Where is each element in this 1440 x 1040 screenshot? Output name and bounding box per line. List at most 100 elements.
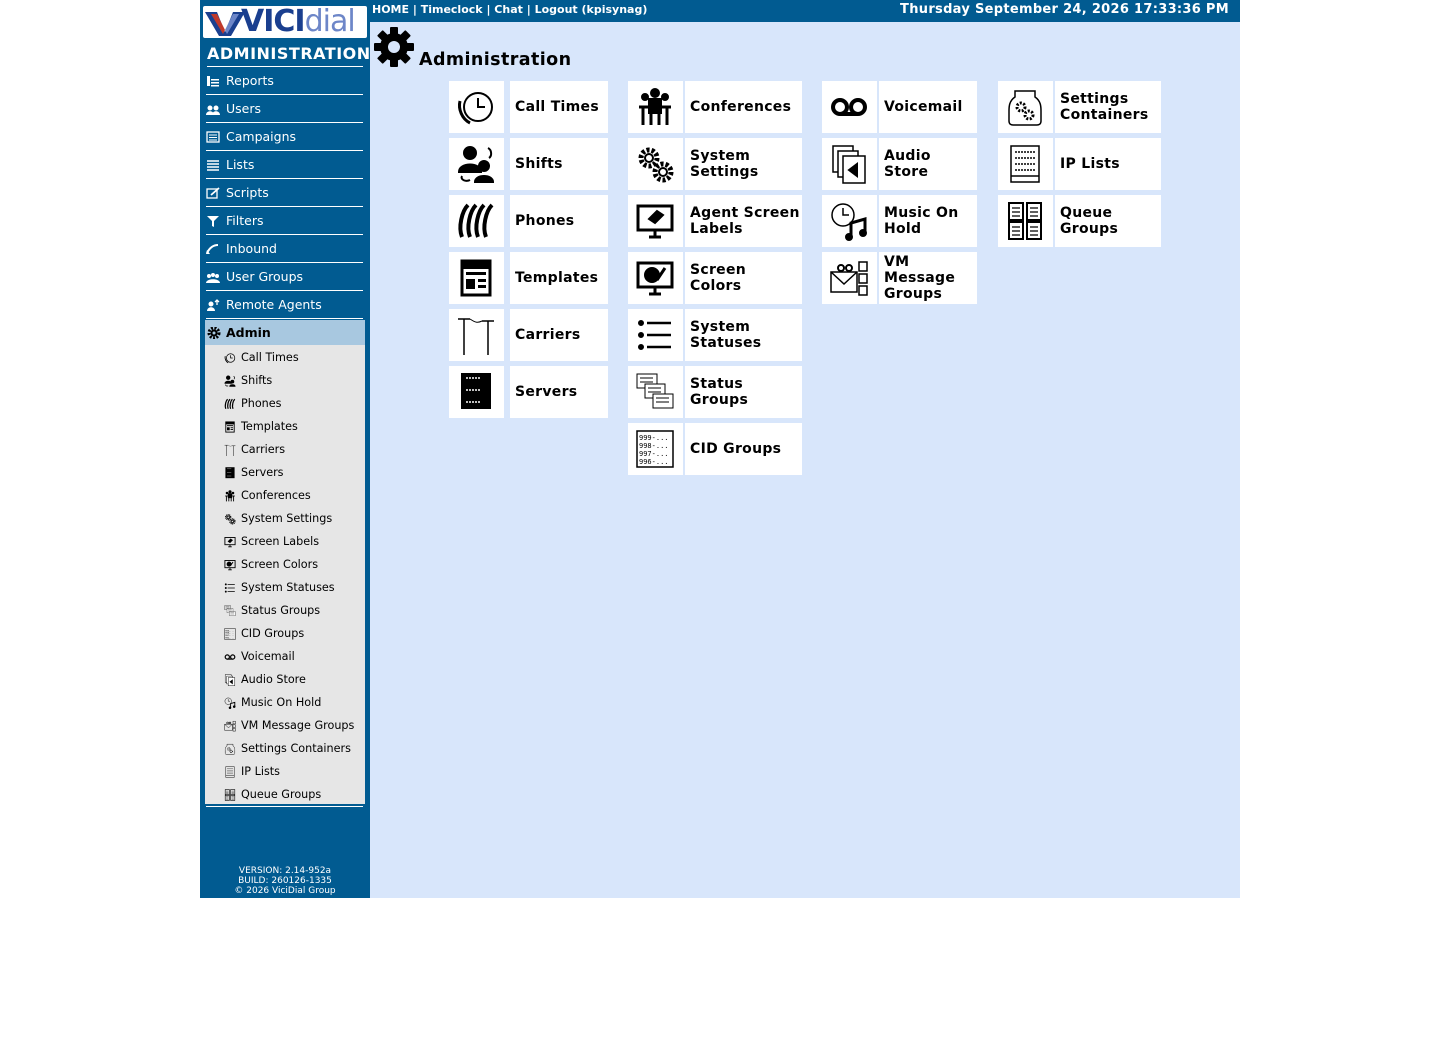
phones-icon — [224, 398, 236, 410]
submenu-item-audio-store[interactable]: Audio Store — [205, 668, 365, 691]
submenu-item-conferences[interactable]: Conferences — [205, 484, 365, 507]
tile-label: Templates — [515, 270, 599, 286]
sidebar-item-admin[interactable]: Admin — [205, 320, 365, 346]
tile-link-servers[interactable]: Servers — [510, 366, 608, 418]
tile-link-voicemail[interactable]: Voicemail — [879, 81, 977, 133]
sidebar-item-reports[interactable]: Reports — [206, 68, 363, 94]
tile-link-screen-colors[interactable]: Screen Colors — [685, 252, 802, 304]
status-groups-icon — [224, 605, 236, 616]
tile-label: Carriers — [515, 327, 581, 343]
tile-icon-call-times[interactable] — [449, 81, 504, 133]
sidebar-item-inbound[interactable]: Inbound — [206, 236, 363, 262]
music-hold-icon — [831, 203, 867, 241]
servers-icon — [461, 373, 491, 409]
list-icon — [638, 320, 671, 350]
tile-link-queue-groups[interactable]: Queue Groups — [1055, 195, 1161, 247]
tile-link-system-statuses[interactable]: System Statuses — [685, 309, 802, 361]
submenu-item-label: Templates — [241, 420, 298, 433]
tile-label: Voicemail — [884, 99, 963, 115]
submenu-item-carriers[interactable]: Carriers — [205, 438, 365, 461]
logout-link[interactable]: Logout (kpisynag) — [535, 3, 648, 16]
users-icon — [206, 105, 220, 115]
tile-link-phones[interactable]: Phones — [510, 195, 608, 247]
tile-icon-shifts[interactable] — [449, 138, 504, 190]
submenu-item-system-settings[interactable]: System Settings — [205, 507, 365, 530]
tile-link-vm-message-groups[interactable]: VM Message Groups — [879, 252, 977, 304]
tile-link-cid-groups[interactable]: CID Groups — [685, 423, 802, 475]
sidebar-item-filters[interactable]: Filters — [206, 208, 363, 234]
timeclock-link[interactable]: Timeclock — [421, 3, 483, 16]
tile-icon-queue-groups[interactable] — [998, 195, 1053, 247]
sidebar-item-remote-agents[interactable]: Remote Agents — [206, 292, 363, 318]
tile-icon-agent-screen-labels[interactable] — [628, 195, 683, 247]
tile-icon-system-settings[interactable] — [628, 138, 683, 190]
top-bar: HOME | Timeclock | Chat | Logout (kpisyn… — [370, 0, 1240, 22]
tile-link-settings-containers[interactable]: Settings Containers — [1055, 81, 1161, 133]
submenu-item-templates[interactable]: Templates — [205, 415, 365, 438]
submenu-item-label: Voicemail — [241, 650, 295, 663]
submenu-item-cid-groups[interactable]: 999-... 998-... 997-... 996-... CID Groups — [205, 622, 365, 645]
tile-icon-screen-colors[interactable] — [628, 252, 683, 304]
tile-link-call-times[interactable]: Call Times — [510, 81, 608, 133]
submenu-item-voicemail[interactable]: Voicemail — [205, 645, 365, 668]
tile-icon-status-groups[interactable] — [628, 366, 683, 418]
tile-label: System Statuses — [690, 319, 762, 351]
home-link[interactable]: HOME — [372, 3, 409, 16]
submenu-item-settings-containers[interactable]: Settings Containers — [205, 737, 365, 760]
submenu-item-label: Conferences — [241, 489, 311, 502]
divider — [206, 122, 363, 123]
tile-icon-ip-lists[interactable] — [998, 138, 1053, 190]
submenu-item-call-times[interactable]: Call Times — [205, 346, 365, 369]
tile-link-conferences[interactable]: Conferences — [685, 81, 802, 133]
tile-link-agent-screen-labels[interactable]: Agent Screen Labels — [685, 195, 802, 247]
tile-link-system-settings[interactable]: System Settings — [685, 138, 802, 190]
tile-icon-audio-store[interactable] — [822, 138, 877, 190]
submenu-item-ip-lists[interactable]: IP Lists — [205, 760, 365, 783]
submenu-item-music-on-hold[interactable]: Music On Hold — [205, 691, 365, 714]
vm-message-icon — [224, 720, 236, 732]
sidebar-item-label: Reports — [226, 73, 274, 88]
tile-icon-settings-containers[interactable] — [998, 81, 1053, 133]
submenu-item-phones[interactable]: Phones — [205, 392, 365, 415]
vicidial-logo[interactable]: VICIdial — [203, 6, 367, 38]
submenu-item-shifts[interactable]: Shifts — [205, 369, 365, 392]
tile-icon-servers[interactable] — [449, 366, 504, 418]
tile-link-carriers[interactable]: Carriers — [510, 309, 608, 361]
ip-lists-icon — [1010, 145, 1040, 183]
build-text: BUILD: 260126-1335 — [238, 876, 332, 886]
tile-icon-voicemail[interactable] — [822, 81, 877, 133]
sidebar-item-users[interactable]: Users — [206, 96, 363, 122]
submenu-item-vm-message-groups[interactable]: VM Message Groups — [205, 714, 365, 737]
sidebar-item-user-groups[interactable]: User Groups — [206, 264, 363, 290]
sidebar-item-campaigns[interactable]: Campaigns — [206, 124, 363, 150]
tile-link-music-on-hold[interactable]: Music On Hold — [879, 195, 977, 247]
submenu-item-queue-groups[interactable]: Queue Groups — [205, 783, 365, 806]
tile-icon-conferences[interactable] — [628, 81, 683, 133]
tile-icon-vm-message-groups[interactable] — [822, 252, 877, 304]
tile-link-templates[interactable]: Templates — [510, 252, 608, 304]
jar-icon — [1008, 90, 1042, 126]
submenu-item-screen-labels[interactable]: Screen Labels — [205, 530, 365, 553]
queue-groups-icon — [224, 789, 236, 801]
sidebar-item-scripts[interactable]: Scripts — [206, 180, 363, 206]
tile-icon-cid-groups[interactable]: 999-... 998-... 997-... 996-... — [628, 423, 683, 475]
tile-icon-carriers[interactable] — [449, 309, 504, 361]
divider — [206, 234, 363, 235]
tile-link-shifts[interactable]: Shifts — [510, 138, 608, 190]
tile-icon-music-on-hold[interactable] — [822, 195, 877, 247]
submenu-item-system-statuses[interactable]: System Statuses — [205, 576, 365, 599]
submenu-item-status-groups[interactable]: Status Groups — [205, 599, 365, 622]
tile-icon-templates[interactable] — [449, 252, 504, 304]
divider — [206, 318, 363, 319]
scripts-icon — [206, 187, 220, 199]
sidebar-item-lists[interactable]: Lists — [206, 152, 363, 178]
submenu-item-servers[interactable]: Servers — [205, 461, 365, 484]
carriers-icon — [224, 444, 236, 456]
chat-link[interactable]: Chat — [494, 3, 523, 16]
tile-link-status-groups[interactable]: Status Groups — [685, 366, 802, 418]
submenu-item-screen-colors[interactable]: Screen Colors — [205, 553, 365, 576]
tile-icon-phones[interactable] — [449, 195, 504, 247]
tile-link-audio-store[interactable]: Audio Store — [879, 138, 977, 190]
tile-link-ip-lists[interactable]: IP Lists — [1055, 138, 1161, 190]
tile-icon-system-statuses[interactable] — [628, 309, 683, 361]
